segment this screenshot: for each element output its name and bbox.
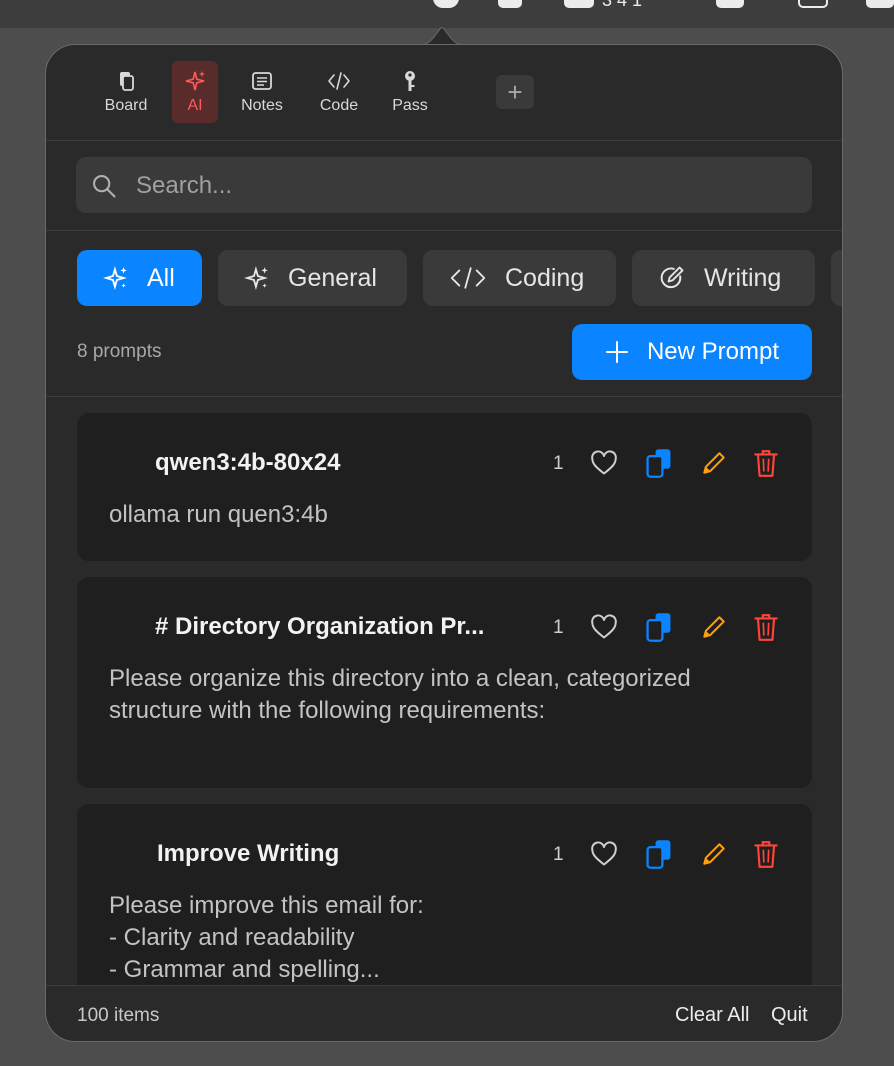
copy-button[interactable] xyxy=(643,447,675,479)
search-icon xyxy=(93,175,116,198)
category-more[interactable] xyxy=(831,250,842,306)
tab-notes[interactable]: Notes xyxy=(236,61,288,123)
usage-count: 1 xyxy=(553,617,564,638)
category-writing[interactable]: Writing xyxy=(632,250,815,306)
copy-button[interactable] xyxy=(643,611,675,643)
category-label: Writing xyxy=(704,263,782,292)
copy-icon xyxy=(646,449,671,478)
edit-button[interactable] xyxy=(698,838,730,870)
trash-icon xyxy=(754,450,778,477)
prompt-list: qwen3:4b-80x24 1 ollama run quen3:4b # D… xyxy=(46,397,842,985)
key-icon xyxy=(405,71,415,91)
tab-bar: Board AI Notes Code Pass + xyxy=(46,45,842,141)
delete-button[interactable] xyxy=(750,838,782,870)
favorite-button[interactable] xyxy=(588,611,620,643)
prompt-body: Please improve this email for: - Clarity… xyxy=(109,892,424,983)
menubar-display-icon[interactable] xyxy=(866,0,894,8)
menubar-status-icon[interactable] xyxy=(433,0,459,8)
prompt-card[interactable]: # Directory Organization Pr... 1 Please … xyxy=(77,577,812,788)
tab-board[interactable]: Board xyxy=(102,61,150,123)
sparkles-icon xyxy=(185,71,205,91)
menubar-battery-icon[interactable] xyxy=(564,0,594,8)
tab-label: Board xyxy=(104,97,148,114)
prompt-title: # Directory Organization Pr... xyxy=(155,613,485,640)
new-prompt-button[interactable]: New Prompt xyxy=(572,324,812,380)
heart-icon xyxy=(591,841,617,866)
code-icon xyxy=(328,72,350,90)
prompt-title: Improve Writing xyxy=(157,840,340,867)
delete-button[interactable] xyxy=(750,447,782,479)
copy-icon xyxy=(646,613,671,642)
category-label: Coding xyxy=(505,263,585,292)
notes-icon xyxy=(252,72,272,90)
tab-label: Notes xyxy=(241,97,283,114)
copy-button[interactable] xyxy=(643,838,675,870)
favorite-button[interactable] xyxy=(588,447,620,479)
trash-icon xyxy=(754,614,778,641)
tab-label: AI xyxy=(187,97,203,114)
prompt-body: Please organize this directory into a cl… xyxy=(109,665,691,724)
pencil-icon xyxy=(703,452,725,474)
prompt-card[interactable]: qwen3:4b-80x24 1 ollama run quen3:4b xyxy=(77,413,812,561)
tab-label: Code xyxy=(319,97,359,114)
clipboard-popover: Board AI Notes Code Pass + All xyxy=(45,44,843,1042)
search-box xyxy=(76,157,812,215)
favorite-button[interactable] xyxy=(588,838,620,870)
tab-label: Pass xyxy=(392,97,428,114)
heart-icon xyxy=(591,614,617,639)
add-tab-button[interactable]: + xyxy=(496,75,534,109)
menubar-user-icon[interactable] xyxy=(716,0,744,8)
new-prompt-label: New Prompt xyxy=(646,338,780,365)
category-general[interactable]: General xyxy=(218,250,407,306)
category-label: All xyxy=(147,263,175,292)
prompt-body: ollama run quen3:4b xyxy=(109,501,328,528)
delete-button[interactable] xyxy=(750,611,782,643)
copy-icon xyxy=(646,840,671,869)
prompt-count: 8 prompts xyxy=(77,341,162,362)
sparkles-icon xyxy=(103,266,127,290)
search-section xyxy=(46,141,842,231)
menubar-clipboard-icon[interactable] xyxy=(498,0,522,8)
menubar-keyboard-icon[interactable] xyxy=(798,0,828,8)
clipboard-icon xyxy=(120,72,134,91)
edit-button[interactable] xyxy=(698,447,730,479)
footer: 100 items Clear All Quit xyxy=(46,985,842,1041)
category-label: General xyxy=(288,263,377,292)
tab-pass[interactable]: Pass xyxy=(388,61,432,123)
heart-icon xyxy=(591,450,617,475)
prompt-title: qwen3:4b-80x24 xyxy=(155,449,341,476)
category-all[interactable]: All xyxy=(77,250,202,306)
pencil-icon xyxy=(703,843,725,865)
pencil-icon xyxy=(703,616,725,638)
clear-all-button[interactable]: Clear All xyxy=(675,1004,749,1027)
edit-button[interactable] xyxy=(698,611,730,643)
plus-icon xyxy=(605,341,628,363)
sparkles-icon xyxy=(244,266,268,290)
pencil-circle-icon xyxy=(660,266,684,289)
prompt-card[interactable]: Improve Writing 1 Please improve this em… xyxy=(77,804,812,985)
category-coding[interactable]: Coding xyxy=(423,250,616,306)
item-count: 100 items xyxy=(77,1005,160,1026)
usage-count: 1 xyxy=(553,844,564,865)
code-icon xyxy=(450,267,486,289)
usage-count: 1 xyxy=(553,453,564,474)
tab-ai[interactable]: AI xyxy=(172,61,218,123)
tab-code[interactable]: Code xyxy=(314,61,364,123)
menubar-battery-text: 3 4 1 xyxy=(602,0,643,10)
trash-icon xyxy=(754,841,778,868)
search-input[interactable] xyxy=(134,157,798,215)
quit-button[interactable]: Quit xyxy=(771,1004,808,1027)
